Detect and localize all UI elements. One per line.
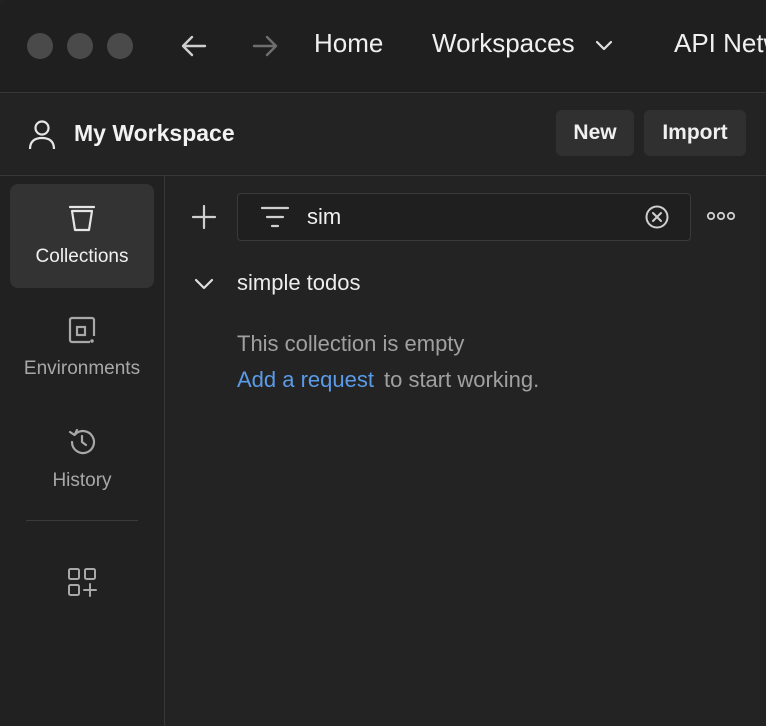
import-button[interactable]: Import — [644, 110, 746, 156]
new-button[interactable]: New — [556, 110, 634, 156]
chevron-down-icon — [594, 38, 614, 52]
collections-panel: sim simple todos This collection is empt… — [165, 176, 766, 726]
sidebar-item-label: Environments — [23, 358, 141, 379]
sidebar: Collections Environments History — [0, 176, 165, 726]
workspaces-label: Workspaces — [432, 28, 575, 58]
workspace-header: My Workspace New Import — [0, 93, 766, 176]
window-zoom-button[interactable] — [107, 33, 133, 59]
search-field[interactable]: sim — [237, 193, 691, 241]
sidebar-item-label: Collections — [35, 246, 129, 267]
add-apps-grid-icon[interactable] — [66, 566, 98, 598]
more-options-icon[interactable] — [706, 208, 736, 224]
plus-icon[interactable] — [191, 204, 217, 230]
empty-collection-message: This collection is empty — [237, 331, 465, 356]
add-request-line: Add a request to start working. — [237, 367, 539, 393]
user-icon — [28, 119, 56, 151]
workspace-title[interactable]: My Workspace — [74, 120, 235, 147]
search-input[interactable]: sim — [307, 204, 341, 230]
trash-bucket-icon — [66, 202, 98, 234]
sidebar-item-environments[interactable]: Environments — [10, 296, 154, 400]
add-request-hint: to start working. — [383, 367, 540, 392]
sidebar-item-label: History — [52, 470, 112, 491]
window-minimize-button[interactable] — [67, 33, 93, 59]
filter-icon — [260, 204, 290, 230]
back-arrow-icon[interactable] — [177, 30, 211, 62]
sidebar-item-collections[interactable]: Collections — [10, 184, 154, 288]
chevron-down-icon[interactable] — [193, 276, 215, 292]
history-icon — [66, 426, 98, 458]
window-close-button[interactable] — [27, 33, 53, 59]
add-request-link[interactable]: Add a request — [237, 367, 374, 392]
workspaces-menu[interactable]: Workspaces — [432, 28, 614, 59]
environment-icon — [66, 314, 98, 346]
home-link[interactable]: Home — [314, 28, 383, 59]
api-network-link[interactable]: API Network — [674, 28, 766, 59]
collection-name[interactable]: simple todos — [237, 270, 361, 296]
sidebar-divider — [26, 520, 138, 521]
sidebar-item-history[interactable]: History — [10, 408, 154, 512]
clear-search-icon[interactable] — [644, 204, 670, 230]
title-bar: Home Workspaces API Network — [0, 0, 766, 93]
forward-arrow-icon[interactable] — [248, 30, 282, 62]
